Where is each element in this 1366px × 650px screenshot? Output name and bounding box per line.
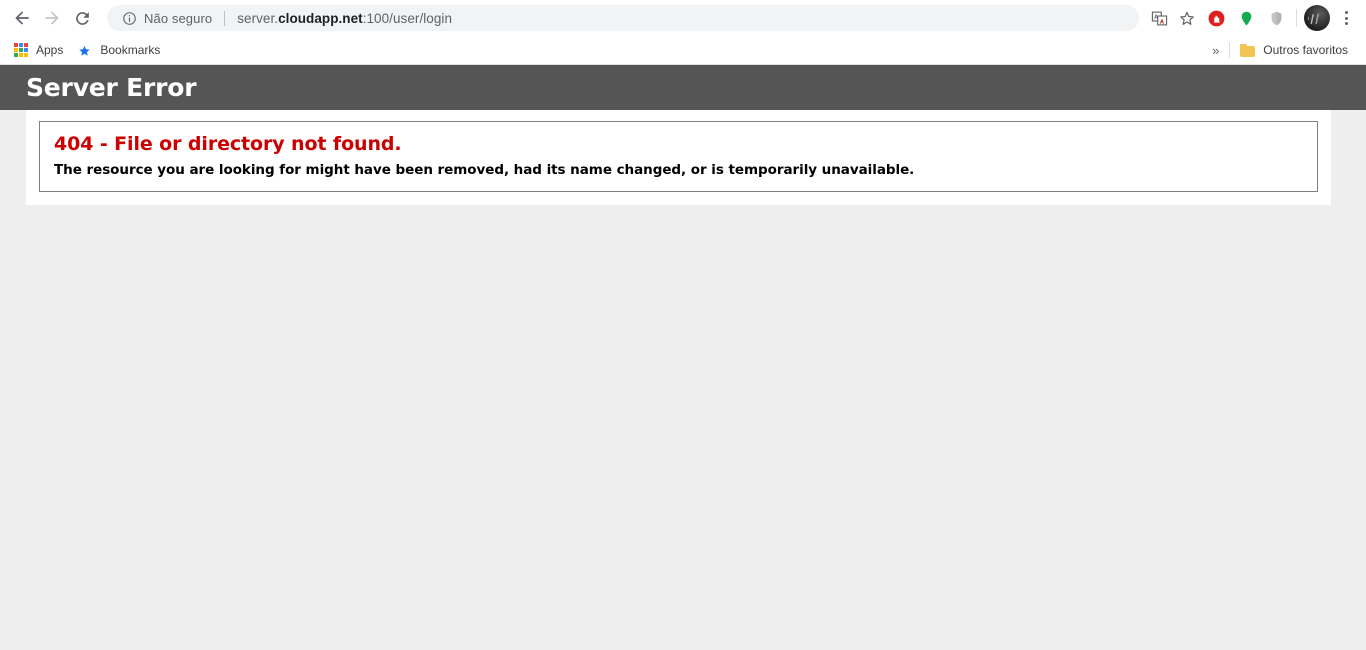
- bookmarks-divider: [1229, 42, 1231, 58]
- bookmark-apps[interactable]: Apps: [10, 39, 71, 61]
- chrome-menu-button[interactable]: [1332, 3, 1360, 33]
- error-content-wrapper: 404 - File or directory not found. The r…: [26, 110, 1331, 205]
- browser-chrome: Não seguro server.cloudapp.net:100/user/…: [0, 0, 1366, 65]
- folder-icon: [1240, 43, 1256, 57]
- omnibox[interactable]: Não seguro server.cloudapp.net:100/user/…: [107, 5, 1139, 31]
- arrow-left-icon: [12, 8, 32, 28]
- adblock-extension-icon[interactable]: [1201, 3, 1231, 33]
- translate-icon[interactable]: [1145, 3, 1173, 33]
- url-suffix: :100/user/login: [362, 10, 453, 26]
- page-title: Server Error: [26, 73, 197, 102]
- reload-icon: [73, 9, 92, 28]
- profile-avatar[interactable]: [1302, 3, 1332, 33]
- forward-button[interactable]: [38, 4, 66, 32]
- bookmark-star-blue-icon: [77, 43, 92, 58]
- kebab-menu-icon: [1337, 9, 1355, 27]
- bookmark-other-favorites-label: Outros favoritos: [1263, 43, 1348, 57]
- apps-grid-icon: [14, 43, 28, 57]
- url-text: server.cloudapp.net:100/user/login: [237, 11, 452, 26]
- bookmark-bookmarks-label: Bookmarks: [100, 43, 161, 57]
- url-host: cloudapp.net: [278, 10, 363, 26]
- browser-toolbar: Não seguro server.cloudapp.net:100/user/…: [0, 0, 1366, 36]
- bookmark-other-favorites[interactable]: Outros favoritos: [1236, 39, 1356, 61]
- bookmark-apps-label: Apps: [36, 43, 64, 57]
- arrow-right-icon: [42, 8, 62, 28]
- bookmarks-bar: Apps Bookmarks » Outros favoritos: [0, 36, 1366, 65]
- omnibox-separator: [224, 10, 226, 26]
- toolbar-separator: [1296, 9, 1297, 27]
- error-message-box: 404 - File or directory not found. The r…: [39, 121, 1318, 192]
- chevron-double-right-icon[interactable]: »: [1204, 44, 1227, 57]
- server-error-header: Server Error: [0, 65, 1366, 110]
- security-status-text: Não seguro: [144, 10, 213, 26]
- error-description: The resource you are looking for might h…: [54, 162, 915, 178]
- back-button[interactable]: [8, 4, 36, 32]
- bookmark-bookmarks-folder[interactable]: Bookmarks: [73, 39, 168, 61]
- page-content: Server Error 404 - File or directory not…: [0, 65, 1366, 650]
- toolbar-icon-group: [1145, 3, 1366, 33]
- url-prefix: server.: [237, 10, 279, 26]
- green-pin-extension-icon[interactable]: [1231, 3, 1261, 33]
- bookmark-star-icon[interactable]: [1173, 3, 1201, 33]
- error-code-title: 404 - File or directory not found.: [54, 133, 402, 155]
- info-circle-icon[interactable]: [121, 10, 137, 26]
- shield-extension-icon[interactable]: [1261, 3, 1291, 33]
- reload-button[interactable]: [68, 4, 96, 32]
